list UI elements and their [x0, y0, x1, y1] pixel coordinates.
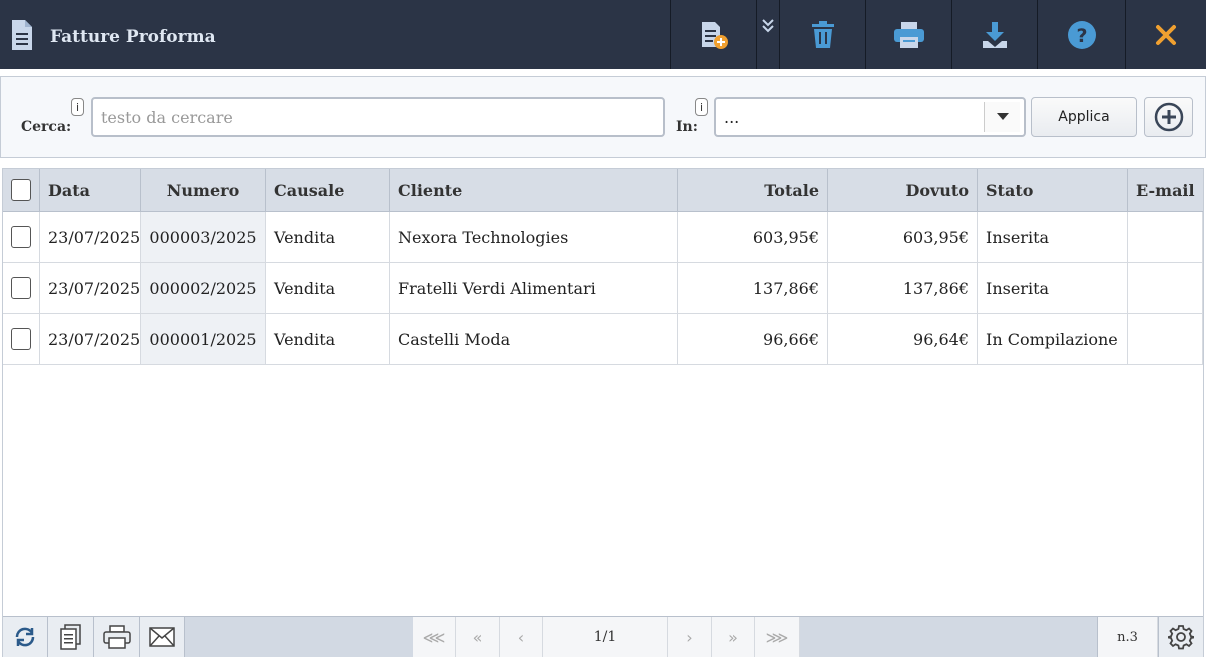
column-header-totale[interactable]: Totale: [678, 169, 828, 211]
gear-icon: [1168, 625, 1194, 650]
chevron-down-icon: [996, 113, 1009, 120]
prev-fast-button[interactable]: «: [456, 617, 500, 657]
download-button[interactable]: [951, 0, 1037, 69]
in-info-button[interactable]: i: [695, 98, 708, 116]
cell-cliente: Castelli Moda: [390, 314, 678, 364]
trash-icon: [811, 20, 834, 48]
refresh-button[interactable]: [3, 617, 48, 657]
select-all-cell: [3, 169, 40, 211]
table-header: Data Numero Causale Cliente Totale Dovut…: [3, 169, 1203, 212]
cell-cliente: Fratelli Verdi Alimentari: [390, 263, 678, 313]
page-indicator: 1/1: [543, 617, 668, 657]
column-header-numero[interactable]: Numero: [141, 169, 266, 211]
search-field-value: ...: [724, 108, 740, 127]
row-checkbox[interactable]: [11, 328, 31, 350]
cell-email: [1128, 212, 1203, 262]
svg-text:?: ?: [1076, 25, 1087, 47]
header-bar: Fatture Proforma ?: [0, 0, 1206, 69]
more-options-button[interactable]: [756, 0, 779, 69]
table-row[interactable]: 23/07/2025 000002/2025 Vendita Fratelli …: [3, 263, 1203, 314]
apply-button[interactable]: Applica: [1031, 97, 1137, 137]
close-icon: [1156, 24, 1176, 45]
cell-data: 23/07/2025: [40, 314, 141, 364]
cell-numero: 000002/2025: [141, 263, 266, 313]
new-document-button[interactable]: [670, 0, 756, 69]
search-field-select[interactable]: ...: [714, 97, 1026, 137]
cell-dovuto: 96,64€: [828, 314, 978, 364]
cell-totale: 603,95€: [678, 212, 828, 262]
column-header-data[interactable]: Data: [40, 169, 141, 211]
close-button[interactable]: [1125, 0, 1206, 69]
cell-numero: 000003/2025: [141, 212, 266, 262]
add-filter-button[interactable]: [1144, 97, 1193, 137]
email-button[interactable]: [140, 617, 185, 657]
select-all-checkbox[interactable]: [11, 179, 31, 201]
first-page-button[interactable]: ⋘: [413, 617, 456, 657]
cell-dovuto: 603,95€: [828, 212, 978, 262]
copy-icon: [59, 624, 81, 650]
prev-page-button[interactable]: ‹: [500, 617, 543, 657]
invoice-table: Data Numero Causale Cliente Totale Dovut…: [2, 168, 1204, 657]
double-chevron-down-icon: [762, 19, 774, 33]
print-list-button[interactable]: [94, 617, 140, 657]
printer-icon: [893, 21, 924, 48]
cell-data: 23/07/2025: [40, 212, 141, 262]
cell-email: [1128, 314, 1203, 364]
next-fast-button[interactable]: »: [712, 617, 755, 657]
row-checkbox[interactable]: [11, 277, 31, 299]
cell-numero: 000001/2025: [141, 314, 266, 364]
in-label: In:: [676, 119, 698, 135]
table-row[interactable]: 23/07/2025 000001/2025 Vendita Castelli …: [3, 314, 1203, 365]
envelope-icon: [149, 627, 175, 647]
column-header-stato[interactable]: Stato: [978, 169, 1128, 211]
cell-causale: Vendita: [266, 314, 390, 364]
download-icon: [982, 21, 1007, 48]
row-checkbox[interactable]: [11, 226, 31, 248]
cell-causale: Vendita: [266, 263, 390, 313]
cell-stato: Inserita: [978, 263, 1128, 313]
cell-totale: 96,66€: [678, 314, 828, 364]
help-button[interactable]: ?: [1037, 0, 1125, 69]
row-select-cell: [3, 263, 40, 313]
print-button[interactable]: [865, 0, 951, 69]
search-panel: Cerca: i In: i ... Applica: [0, 76, 1206, 158]
cell-totale: 137,86€: [678, 263, 828, 313]
delete-button[interactable]: [779, 0, 865, 69]
column-header-cliente[interactable]: Cliente: [390, 169, 678, 211]
new-document-icon: [701, 21, 728, 49]
column-header-email[interactable]: E-mail: [1128, 169, 1203, 211]
table-row[interactable]: 23/07/2025 000003/2025 Vendita Nexora Te…: [3, 212, 1203, 263]
cell-stato: Inserita: [978, 212, 1128, 262]
row-select-cell: [3, 212, 40, 262]
next-page-button[interactable]: ›: [668, 617, 712, 657]
search-info-button[interactable]: i: [71, 98, 84, 116]
cell-stato: In Compilazione: [978, 314, 1128, 364]
page-title: Fatture Proforma: [50, 27, 216, 47]
document-icon: [12, 20, 32, 50]
row-select-cell: [3, 314, 40, 364]
cell-causale: Vendita: [266, 212, 390, 262]
cell-data: 23/07/2025: [40, 263, 141, 313]
cell-email: [1128, 263, 1203, 313]
dropdown-toggle[interactable]: [984, 102, 1020, 132]
cell-cliente: Nexora Technologies: [390, 212, 678, 262]
copy-button[interactable]: [48, 617, 94, 657]
table-footer: ⋘ « ‹ 1/1 › » ⋙ n.3: [3, 616, 1203, 657]
help-icon: ?: [1067, 20, 1096, 49]
record-count: n.3: [1097, 617, 1158, 657]
refresh-icon: [15, 627, 35, 647]
column-header-causale[interactable]: Causale: [266, 169, 390, 211]
plus-circle-icon: [1154, 102, 1183, 132]
settings-button[interactable]: [1158, 617, 1203, 657]
search-label: Cerca:: [21, 119, 72, 135]
last-page-button[interactable]: ⋙: [755, 617, 800, 657]
search-input[interactable]: [91, 97, 665, 137]
printer-icon: [102, 625, 131, 649]
column-header-dovuto[interactable]: Dovuto: [828, 169, 978, 211]
cell-dovuto: 137,86€: [828, 263, 978, 313]
